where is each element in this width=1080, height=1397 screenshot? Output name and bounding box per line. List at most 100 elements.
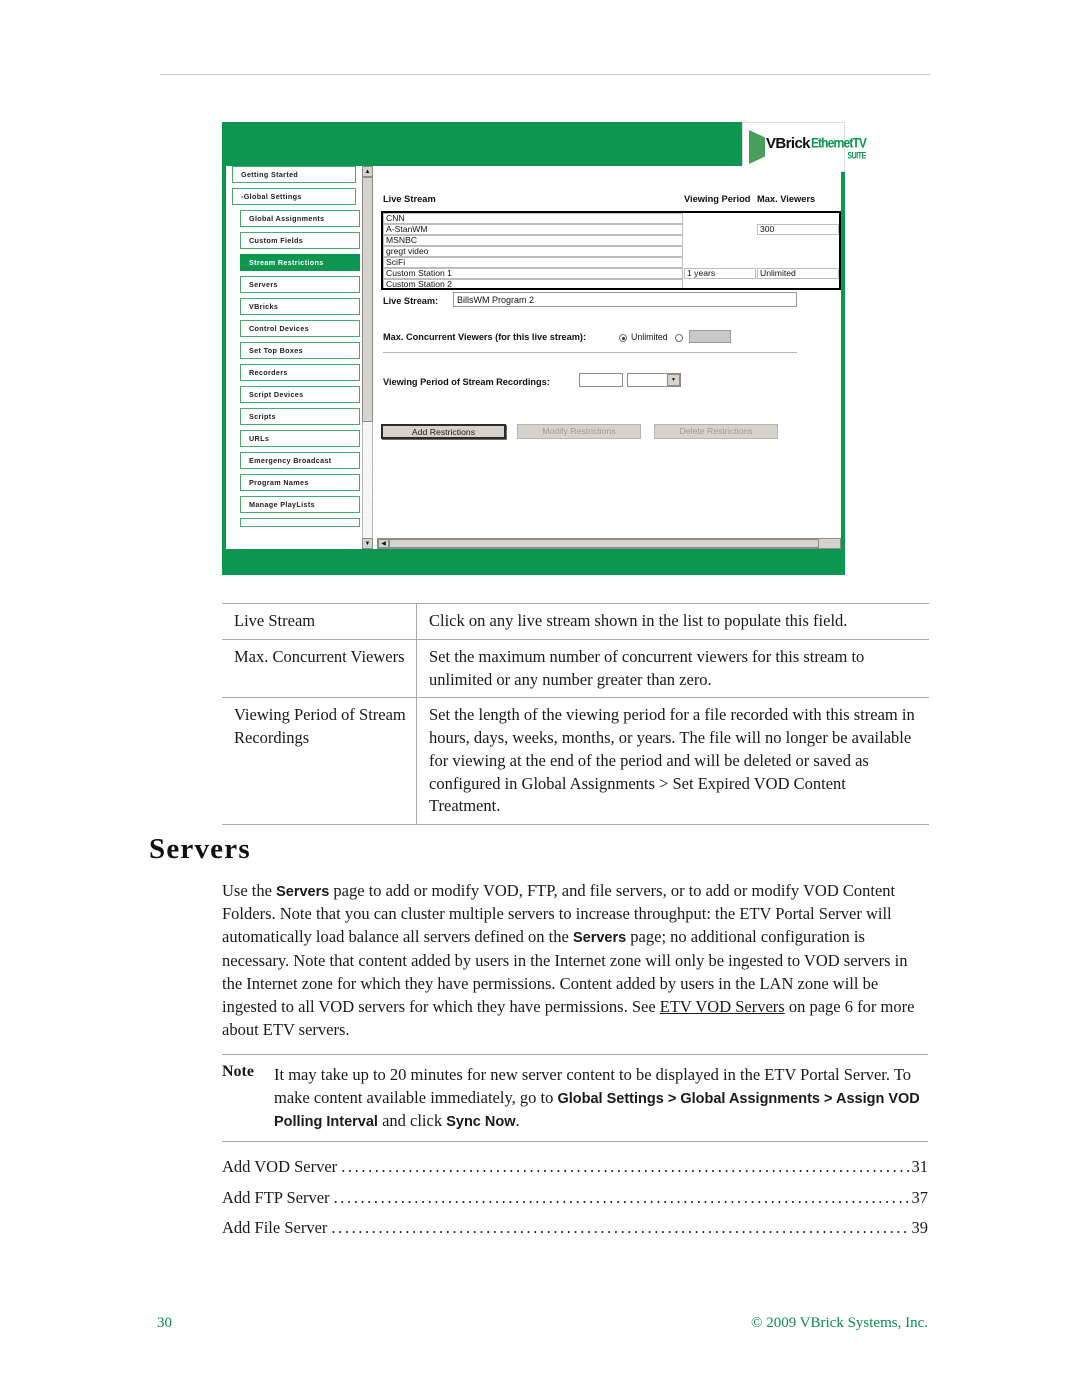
max-concurrent-viewers-label: Max. Concurrent Viewers (for this live s… [383, 332, 587, 342]
section-contents-list: Add VOD Server..........................… [222, 1152, 928, 1244]
toc-leader-dots: ........................................… [341, 1159, 909, 1176]
cell-name[interactable]: Custom Station 1 [383, 268, 683, 279]
toc-entry-title: Add VOD Server [222, 1157, 338, 1176]
note-text: It may take up to 20 minutes for new ser… [274, 1065, 920, 1131]
sidebar-item-servers[interactable]: Servers [240, 276, 360, 293]
definition-term: Max. Concurrent Viewers [222, 638, 417, 698]
cell-viewers[interactable] [757, 235, 839, 246]
toc-entry-page: 31 [911, 1157, 929, 1176]
form-divider [383, 352, 797, 353]
cell-period[interactable] [684, 224, 756, 235]
main-horizontal-scrollbar[interactable]: ◀ [377, 538, 841, 549]
scrollbar-thumb[interactable] [362, 177, 373, 422]
chevron-down-icon[interactable]: ▼ [667, 374, 680, 386]
sidebar-item-control-devices[interactable]: Control Devices [240, 320, 360, 337]
cell-viewers[interactable] [757, 246, 839, 257]
scroll-down-icon[interactable]: ▼ [362, 538, 373, 549]
table-row[interactable]: MSNBC [383, 235, 839, 246]
cell-period[interactable] [684, 279, 756, 288]
table-row[interactable]: Custom Station 11 years Unlimited [383, 268, 839, 279]
table-row: Max. Concurrent Viewers Set the maximum n… [222, 638, 929, 698]
viewing-period-input[interactable] [579, 373, 623, 387]
sidebar-item-stream-restrictions[interactable]: Stream Restrictions [240, 254, 360, 271]
live-stream-input[interactable]: BillsWM Program 2 [453, 292, 797, 307]
sidebar-item-getting-started[interactable]: Getting Started [232, 166, 356, 183]
stream-restrictions-grid[interactable]: CNN A-StanWM 300 MSNBC gregt video SciFi Custo… [381, 211, 841, 290]
sidebar-item-partial[interactable] [240, 518, 360, 527]
cell-name[interactable]: Custom Station 2 [383, 279, 683, 288]
delete-restrictions-button[interactable]: Delete Restrictions [654, 424, 778, 439]
cell-name[interactable]: MSNBC [383, 235, 683, 246]
column-header-max-viewers: Max. Viewers [757, 194, 816, 204]
sidebar-item-global-assignments[interactable]: Global Assignments [240, 210, 360, 227]
cell-name[interactable]: gregt video [383, 246, 683, 257]
cell-viewers[interactable]: 300 [757, 224, 839, 235]
column-header-viewing-period: Viewing Period [684, 194, 751, 204]
cell-viewers[interactable] [757, 279, 839, 288]
list-item[interactable]: Add File Server.........................… [222, 1213, 928, 1244]
definition-description: Click on any live stream shown in the li… [416, 603, 929, 640]
live-stream-label: Live Stream: [383, 296, 439, 306]
scroll-up-icon[interactable]: ▲ [362, 166, 373, 177]
sidebar-item-set-top-boxes[interactable]: Set Top Boxes [240, 342, 360, 359]
sidebar-item-custom-fields[interactable]: Custom Fields [240, 232, 360, 249]
table-row[interactable]: A-StanWM 300 [383, 224, 839, 235]
application-screenshot-figure: VBrick EthernetTV SUITE Getting Started -… [222, 122, 867, 575]
column-header-live-stream: Live Stream [383, 194, 436, 204]
servers-description-paragraph: Use the Servers page to add or modify VO… [222, 881, 915, 1039]
sidebar-item-global-settings[interactable]: -Global Settings [232, 188, 356, 205]
cell-period[interactable]: 1 years [684, 268, 756, 279]
definition-term: Viewing Period of Stream Recordings [222, 697, 417, 826]
sidebar-item-urls[interactable]: URLs [240, 430, 360, 447]
cell-viewers[interactable] [757, 213, 839, 224]
horizontal-scrollbar-thumb[interactable] [389, 539, 819, 548]
logo-brand-text: VBrick [766, 134, 811, 152]
cell-viewers[interactable] [757, 257, 839, 268]
list-item[interactable]: Add FTP Server..........................… [222, 1183, 928, 1214]
sidebar-item-manage-playlists[interactable]: Manage PlayLists [240, 496, 360, 513]
table-row: Viewing Period of Stream Recordings Set t… [222, 697, 929, 826]
note-block: Note It may take up to 20 minutes for ne… [222, 1054, 928, 1142]
cell-period[interactable] [684, 246, 756, 257]
definition-term: Live Stream [222, 603, 417, 640]
toc-entry-page: 37 [911, 1187, 929, 1207]
document-page: VBrick EthernetTV SUITE Getting Started -… [0, 0, 1080, 1397]
note-bottom-rule [222, 1140, 928, 1142]
sidebar-item-vbricks[interactable]: VBricks [240, 298, 360, 315]
max-viewers-number-input[interactable] [689, 330, 731, 343]
viewing-period-label: Viewing Period of Stream Recordings: [383, 377, 550, 387]
list-item[interactable]: Add VOD Server..........................… [222, 1152, 928, 1183]
cell-period[interactable] [684, 235, 756, 246]
footer-page-number: 30 [157, 1315, 172, 1331]
cell-name[interactable]: CNN [383, 213, 683, 224]
sidebar-item-program-names[interactable]: Program Names [240, 474, 360, 491]
max-viewers-custom-radio[interactable] [675, 334, 683, 342]
logo-product-text: EthernetTV [810, 134, 867, 151]
app-body: Getting Started -Global Settings Global As… [226, 166, 841, 549]
cell-period[interactable] [684, 257, 756, 268]
vbrick-chevron-icon [749, 130, 765, 164]
cell-name[interactable]: A-StanWM [383, 224, 683, 235]
table-row: Live Stream Click on any live stream show… [222, 603, 929, 640]
sidebar-item-script-devices[interactable]: Script Devices [240, 386, 360, 403]
add-restrictions-button[interactable]: Add Restrictions [381, 424, 506, 439]
toc-leader-dots: ........................................… [331, 1220, 910, 1237]
max-viewers-unlimited-radio[interactable] [619, 334, 627, 342]
modify-restrictions-button[interactable]: Modify Restrictions [517, 424, 641, 439]
cell-viewers[interactable]: Unlimited [757, 268, 839, 279]
scroll-left-icon[interactable]: ◀ [378, 539, 389, 548]
table-row[interactable]: CNN [383, 213, 839, 224]
logo-edition-text: SUITE [847, 151, 866, 161]
cell-name[interactable]: SciFi [383, 257, 683, 268]
sidebar-item-emergency-broadcast[interactable]: Emergency Broadcast [240, 452, 360, 469]
table-row[interactable]: Custom Station 2 [383, 279, 839, 288]
sidebar-item-recorders[interactable]: Recorders [240, 364, 360, 381]
cell-period[interactable] [684, 213, 756, 224]
sidebar-vertical-scrollbar[interactable]: ▲ ▼ [362, 166, 373, 549]
table-row[interactable]: gregt video [383, 246, 839, 257]
viewing-period-unit-select[interactable]: ▼ [627, 373, 681, 387]
sidebar-item-scripts[interactable]: Scripts [240, 408, 360, 425]
page-title: Servers [149, 833, 251, 865]
app-main-panel: Live Stream Viewing Period Max. Viewers … [377, 166, 841, 536]
table-row[interactable]: SciFi [383, 257, 839, 268]
